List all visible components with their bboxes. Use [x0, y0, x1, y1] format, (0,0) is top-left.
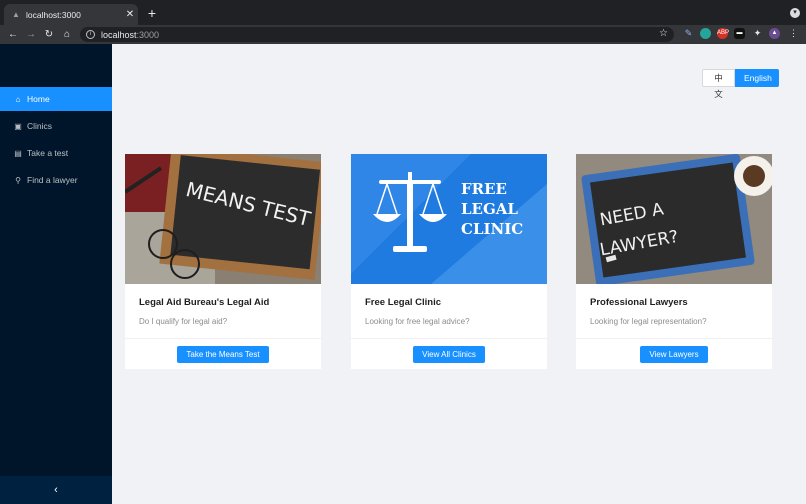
extension-adblock-icon[interactable]: ABP	[717, 28, 729, 39]
card-title: Professional Lawyers	[590, 297, 688, 308]
url-host: localhost	[101, 29, 137, 40]
extension-pen-icon[interactable]: ✎	[683, 28, 694, 39]
profile-avatar-icon[interactable]: ▲	[769, 28, 780, 39]
browser-tab[interactable]: ▲ localhost:3000 ✕	[4, 4, 138, 25]
site-info-icon[interactable]: i	[86, 30, 95, 39]
browser-tab-bar: ▲ localhost:3000 ✕ + ▾	[0, 0, 806, 25]
chevron-left-icon: ‹	[54, 484, 58, 496]
svg-text:CLINIC: CLINIC	[461, 220, 523, 238]
sidebar-item-label: Find a lawyer	[27, 175, 78, 185]
sidebar-item-home[interactable]: ⌂ Home	[0, 87, 112, 111]
card-description: Looking for legal representation?	[590, 317, 707, 326]
card-means-test: MEANS TEST Legal Aid Bureau's Legal Aid …	[125, 154, 321, 369]
tab-search-icon[interactable]: ▾	[790, 8, 800, 18]
need-a-lawyer-image: NEED A LAWYER?	[576, 154, 772, 284]
sidebar-item-label: Clinics	[27, 121, 53, 131]
svg-text:LEGAL: LEGAL	[461, 200, 518, 218]
reload-icon[interactable]: ↻	[40, 25, 58, 44]
favicon-icon: ▲	[12, 9, 20, 19]
card-title: Free Legal Clinic	[365, 297, 442, 308]
language-english-button[interactable]: English	[735, 69, 779, 87]
browser-menu-icon[interactable]: ⋮	[788, 28, 799, 39]
tab-title: localhost:3000	[26, 9, 81, 20]
home-icon: ⌂	[15, 94, 21, 104]
card-professional-lawyers: NEED A LAWYER? Professional Lawyers Look…	[576, 154, 772, 369]
sidebar-collapse-button[interactable]: ‹	[0, 476, 112, 504]
url-port: :3000	[136, 29, 160, 40]
sidebar-item-clinics[interactable]: ▣ Clinics	[0, 114, 112, 138]
close-tab-icon[interactable]: ✕	[122, 9, 138, 20]
sidebar-item-label: Take a test	[27, 148, 69, 158]
sidebar: ⌂ Home ▣ Clinics ▤ Take a test ⚲ Find a …	[0, 44, 112, 504]
address-bar[interactable]: i localhost:3000 ☆	[80, 27, 674, 42]
back-icon[interactable]: ←	[4, 25, 22, 44]
means-test-image: MEANS TEST	[125, 154, 321, 284]
sidebar-menu: ⌂ Home ▣ Clinics ▤ Take a test ⚲ Find a …	[0, 87, 112, 195]
card-description: Looking for free legal advice?	[365, 317, 470, 326]
extensions-puzzle-icon[interactable]: ✦	[752, 28, 763, 39]
sidebar-item-find-a-lawyer[interactable]: ⚲ Find a lawyer	[0, 168, 112, 192]
svg-text:FREE: FREE	[461, 180, 507, 198]
test-icon: ▤	[14, 148, 22, 158]
new-tab-button[interactable]: +	[144, 4, 160, 22]
card-title: Legal Aid Bureau's Legal Aid	[139, 297, 270, 308]
search-icon: ⚲	[15, 175, 21, 185]
sidebar-item-take-a-test[interactable]: ▤ Take a test	[0, 141, 112, 165]
card-free-legal-clinic: FREE LEGAL CLINIC Free Legal Clinic Look…	[351, 154, 547, 369]
home-browser-icon[interactable]: ⌂	[58, 25, 76, 44]
extension-dark-icon[interactable]: ▬	[734, 28, 745, 39]
language-chinese-button[interactable]: 中文	[702, 69, 735, 99]
bookmark-star-icon[interactable]: ☆	[659, 28, 668, 39]
take-means-test-button[interactable]: Take the Means Test	[177, 345, 269, 363]
forward-icon[interactable]: →	[22, 25, 40, 44]
view-all-clinics-button[interactable]: View All Clinics	[413, 345, 485, 363]
card-description: Do I qualify for legal aid?	[139, 317, 228, 326]
free-legal-clinic-image: FREE LEGAL CLINIC	[351, 154, 547, 284]
language-switch: 中文 English	[702, 69, 779, 99]
clinic-icon: ▣	[14, 121, 22, 131]
view-lawyers-button[interactable]: View Lawyers	[640, 345, 708, 363]
extension-teal-icon[interactable]	[700, 28, 711, 39]
sidebar-item-label: Home	[27, 94, 50, 104]
